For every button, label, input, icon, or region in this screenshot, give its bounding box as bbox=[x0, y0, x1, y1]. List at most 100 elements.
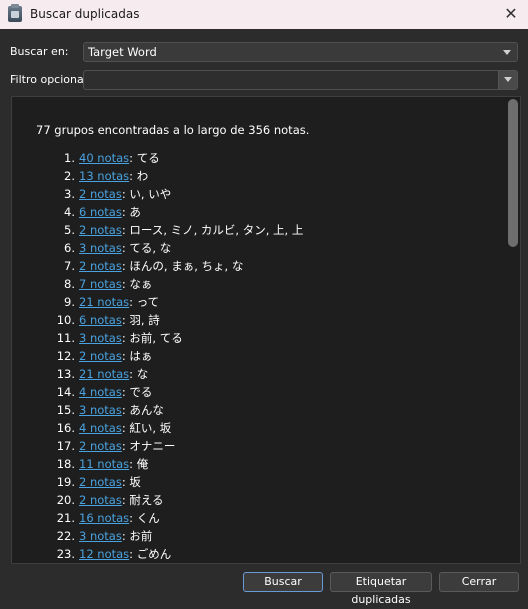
close-icon[interactable]: ✕ bbox=[500, 3, 522, 25]
list-item: 7. 2 notas: ほんの, まぁ, ちょ, な bbox=[12, 257, 492, 275]
duplicate-value: てる, な bbox=[129, 241, 172, 255]
duplicate-value: い, いや bbox=[129, 187, 172, 201]
item-number: 12. bbox=[56, 349, 75, 363]
list-item: 20. 2 notas: 耐える bbox=[12, 491, 492, 509]
notes-link[interactable]: 2 notas bbox=[79, 259, 122, 273]
duplicate-value: って bbox=[136, 295, 160, 309]
duplicate-value: な bbox=[136, 367, 149, 381]
notes-link[interactable]: 21 notas bbox=[79, 295, 129, 309]
notes-link[interactable]: 4 notas bbox=[79, 421, 122, 435]
notes-link[interactable]: 2 notas bbox=[79, 187, 122, 201]
results-summary: 77 grupos encontradas a lo largo de 356 … bbox=[36, 123, 310, 137]
item-number: 16. bbox=[56, 421, 75, 435]
list-item: 5. 2 notas: ロース, ミノ, カルビ, タン, 上, 上 bbox=[12, 221, 492, 239]
scrollbar[interactable] bbox=[508, 99, 518, 247]
filter-combo[interactable] bbox=[83, 70, 518, 90]
notes-link[interactable]: 2 notas bbox=[79, 493, 122, 507]
item-number: 22. bbox=[56, 529, 75, 543]
filter-dropdown-button[interactable] bbox=[498, 71, 517, 89]
list-item: 22. 3 notas: お前 bbox=[12, 527, 492, 545]
duplicate-value: ごめん bbox=[136, 547, 172, 561]
notes-link[interactable]: 2 notas bbox=[79, 475, 122, 489]
window-title: Buscar duplicadas bbox=[30, 7, 140, 21]
list-item: 17. 2 notas: オナニー bbox=[12, 437, 492, 455]
notes-link[interactable]: 3 notas bbox=[79, 241, 122, 255]
duplicate-value: あ bbox=[129, 205, 141, 219]
notes-link[interactable]: 13 notas bbox=[79, 169, 129, 183]
duplicate-value: くん bbox=[136, 511, 160, 525]
item-number: 9. bbox=[64, 295, 75, 309]
list-item: 1. 40 notas: てる bbox=[12, 149, 492, 167]
duplicate-value: お前 bbox=[129, 529, 153, 543]
duplicate-value: 耐える bbox=[129, 493, 164, 507]
item-number: 21. bbox=[56, 511, 75, 525]
item-number: 4. bbox=[64, 205, 75, 219]
item-number: 17. bbox=[56, 439, 75, 453]
list-item: 14. 4 notas: でる bbox=[12, 383, 492, 401]
list-item: 18. 11 notas: 俺 bbox=[12, 455, 492, 473]
notes-link[interactable]: 2 notas bbox=[79, 439, 122, 453]
separator: : bbox=[129, 367, 137, 381]
list-item: 10. 6 notas: 羽, 詩 bbox=[12, 311, 492, 329]
duplicate-value: 俺 bbox=[136, 457, 149, 471]
list-item: 11. 3 notas: お前, てる bbox=[12, 329, 492, 347]
item-number: 24. bbox=[12, 563, 75, 564]
separator: : bbox=[129, 169, 137, 183]
list-item: 8. 7 notas: なぁ bbox=[12, 275, 492, 293]
notes-link[interactable]: 16 notas bbox=[79, 511, 129, 525]
notes-link[interactable]: 3 notas bbox=[79, 403, 122, 417]
duplicate-value: てる bbox=[136, 151, 160, 165]
notes-link[interactable]: 2 notas bbox=[79, 223, 122, 237]
search-button[interactable]: Buscar bbox=[243, 572, 323, 592]
list-item: 19. 2 notas: 坂 bbox=[12, 473, 492, 491]
app-icon bbox=[8, 4, 22, 22]
list-item: 23. 12 notas: ごめん bbox=[12, 545, 492, 563]
list-item: 2. 13 notas: わ bbox=[12, 167, 492, 185]
title-bar: Buscar duplicadas ✕ bbox=[0, 0, 528, 29]
duplicate-value: 羽, 詩 bbox=[129, 313, 160, 327]
separator: : bbox=[129, 151, 137, 165]
item-number: 10. bbox=[56, 313, 75, 327]
duplicate-value: わ bbox=[136, 169, 149, 183]
duplicate-value: なぁ bbox=[129, 277, 153, 291]
notes-link[interactable]: 6 notas bbox=[79, 313, 122, 327]
duplicate-value: あんな bbox=[129, 403, 164, 417]
list-item: 3. 2 notas: い, いや bbox=[12, 185, 492, 203]
item-number: 20. bbox=[56, 493, 75, 507]
notes-link[interactable]: 3 notas bbox=[79, 331, 122, 345]
duplicate-value: 紅い, 坂 bbox=[129, 421, 172, 435]
item-number: 3. bbox=[64, 187, 75, 201]
item-number: 5. bbox=[64, 223, 75, 237]
list-item: 4. 6 notas: あ bbox=[12, 203, 492, 221]
notes-link[interactable]: 4 notas bbox=[79, 385, 122, 399]
item-number: 18. bbox=[56, 457, 75, 471]
notes-link[interactable]: 40 notas bbox=[79, 151, 129, 165]
notes-link[interactable]: 12 notas bbox=[79, 547, 129, 561]
item-number: 14. bbox=[56, 385, 75, 399]
results-list: 1. 40 notas: てる 2. 13 notas: わ 3. 2 notas: い,… bbox=[12, 149, 492, 564]
duplicate-value: でる bbox=[129, 385, 153, 399]
search-in-label: Buscar en: bbox=[10, 45, 69, 58]
notes-link[interactable]: 2 notas bbox=[79, 349, 122, 363]
item-number: 15. bbox=[56, 403, 75, 417]
tag-duplicates-button[interactable]: Etiquetar duplicadas bbox=[330, 572, 432, 606]
list-item: 16. 4 notas: 紅い, 坂 bbox=[12, 419, 492, 437]
notes-link[interactable]: 7 notas bbox=[79, 277, 122, 291]
notes-link[interactable]: 11 notas bbox=[79, 457, 129, 471]
search-field-select[interactable]: Target Word bbox=[83, 42, 518, 62]
results-panel: 77 grupos encontradas a lo largo de 356 … bbox=[11, 96, 521, 564]
list-item: 15. 3 notas: あんな bbox=[12, 401, 492, 419]
close-button[interactable]: Cerrar bbox=[439, 572, 519, 592]
list-item: 13. 21 notas: な bbox=[12, 365, 492, 383]
separator: : bbox=[129, 511, 137, 525]
duplicate-value: ロース, ミノ, カルビ, タン, 上, 上 bbox=[129, 223, 304, 237]
separator: : bbox=[129, 295, 137, 309]
duplicate-value: ほんの, まぁ, ちょ, な bbox=[129, 259, 244, 273]
notes-link[interactable]: 21 notas bbox=[79, 367, 129, 381]
item-number: 6. bbox=[64, 241, 75, 255]
notes-link[interactable]: 6 notas bbox=[79, 205, 122, 219]
item-number: 8. bbox=[64, 277, 75, 291]
list-item: 24.20 notas: うん bbox=[12, 563, 492, 564]
item-number: 11. bbox=[56, 331, 75, 345]
notes-link[interactable]: 3 notas bbox=[79, 529, 122, 543]
